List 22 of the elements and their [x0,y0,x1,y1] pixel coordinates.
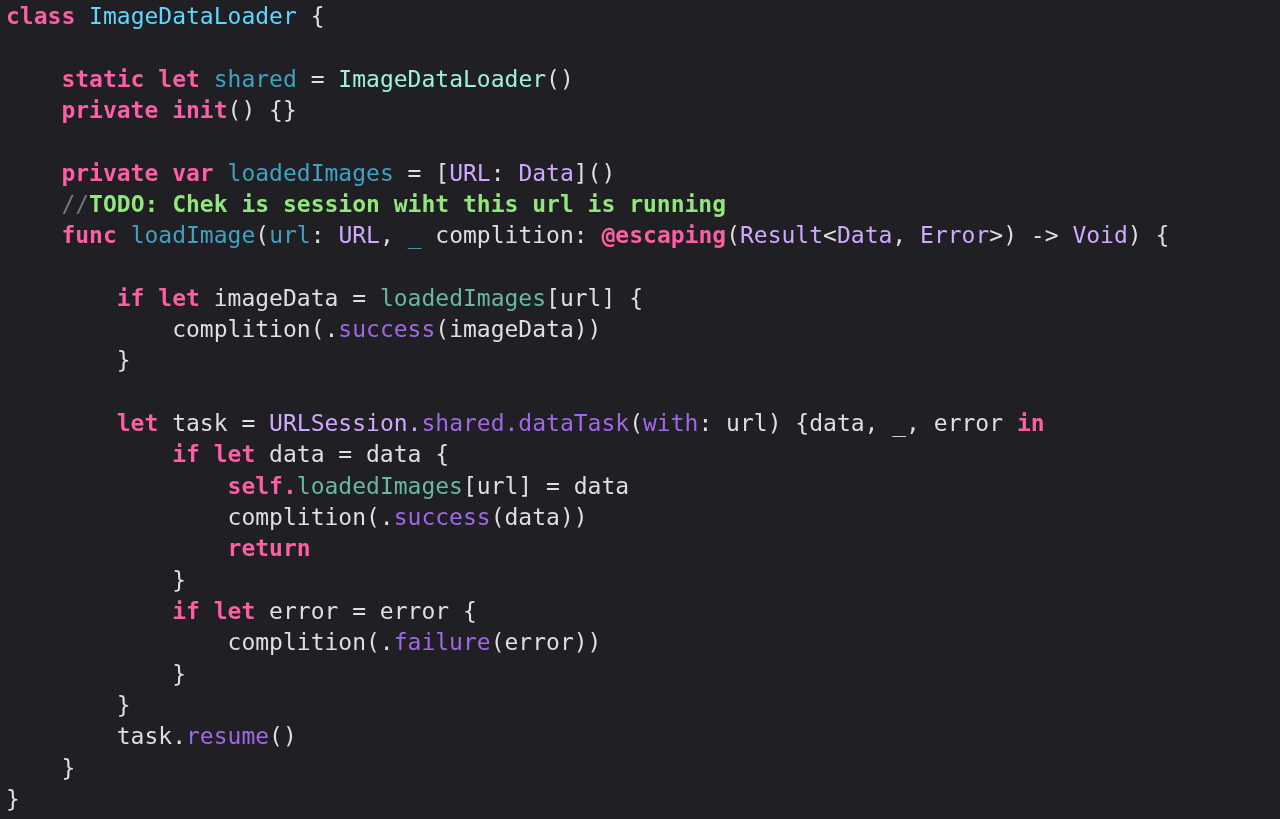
code-line: func loadImage(url: URL, _ complition: @escaping(Result<Data, Error>) -> Void) { [60,221,1170,251]
code-line: } [171,565,186,595]
code-line: complition(.failure(error)) [226,628,602,658]
code-line: task.resume() [115,722,297,752]
code-line: class ImageDataLoader { [6,2,325,31]
code-line: private init() {} [60,95,297,125]
code-line: if let data = data { [171,440,450,470]
code-line: } [115,690,131,720]
code-line: self.loadedImages[url] = data [226,471,630,501]
code-line: let task = URLSession.shared.dataTask(with: url) {data, _, error in [115,409,1045,439]
code-line: static let shared = ImageDataLoader() [60,64,574,94]
code-line: return [226,534,311,564]
code-line: if let error = error { [171,596,477,626]
code-line: complition(.success(data)) [226,503,588,532]
code-line: } [115,346,131,376]
code-line: } [60,753,76,783]
code-line: private var loadedImages = [URL: Data]() [60,158,616,188]
code-line: } [6,784,20,814]
code-line: complition(.success(imageData)) [171,315,602,345]
code-line: } [171,659,186,689]
code-line: if let imageData = loadedImages[url] { [115,283,643,313]
code-line: //TODO: Chek is session wiht this url is running [60,189,727,219]
